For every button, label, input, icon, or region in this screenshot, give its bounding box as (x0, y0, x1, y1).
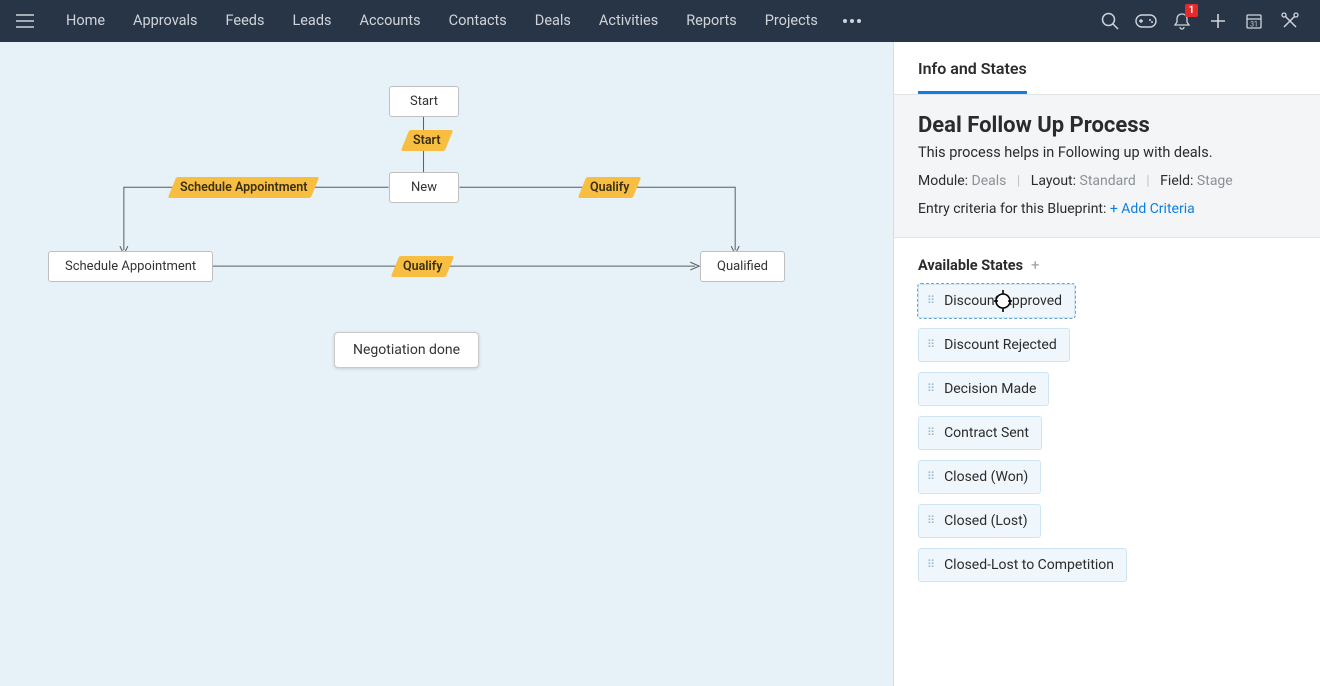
nav-item-reports[interactable]: Reports (672, 0, 751, 42)
state-chip-list: ⠿ Discount Approved ⠿ Discount Rejected … (918, 284, 1296, 592)
nav-right-icons: 1 31 (1092, 0, 1308, 42)
gamepad-icon[interactable] (1128, 0, 1164, 42)
nav-item-activities[interactable]: Activities (585, 0, 672, 42)
field-label: Field: (1160, 173, 1193, 189)
add-criteria-link[interactable]: + Add Criteria (1110, 201, 1195, 217)
state-chip-closed-lost[interactable]: ⠿ Closed (Lost) (918, 504, 1041, 538)
drag-handle-icon: ⠿ (927, 473, 936, 481)
side-panel: Info and States Deal Follow Up Process T… (894, 42, 1320, 686)
nav-item-deals[interactable]: Deals (521, 0, 585, 42)
layout-value: Standard (1080, 173, 1136, 189)
top-navbar: Home Approvals Feeds Leads Accounts Cont… (0, 0, 1320, 42)
state-chip-closed-won[interactable]: ⠿ Closed (Won) (918, 460, 1041, 494)
nav-links: Home Approvals Feeds Leads Accounts Cont… (52, 0, 832, 42)
transition-schedule-label: Schedule Appointment (180, 180, 307, 195)
nav-item-projects[interactable]: Projects (751, 0, 832, 42)
state-chip-label: Decision Made (944, 381, 1036, 397)
state-chip-contract-sent[interactable]: ⠿ Contract Sent (918, 416, 1042, 450)
node-new[interactable]: New (389, 172, 459, 203)
nav-item-feeds[interactable]: Feeds (212, 0, 279, 42)
transition-qualify-top[interactable]: Qualify (578, 177, 642, 198)
plus-icon[interactable] (1200, 0, 1236, 42)
nav-item-contacts[interactable]: Contacts (435, 0, 521, 42)
nav-item-accounts[interactable]: Accounts (345, 0, 434, 42)
transition-qualify-mid-label: Qualify (403, 259, 442, 274)
transition-start-label: Start (413, 133, 441, 148)
add-state-icon[interactable]: + (1031, 256, 1040, 274)
drag-handle-icon: ⠿ (927, 429, 936, 437)
tools-icon[interactable] (1272, 0, 1308, 42)
state-chip-label: Closed (Won) (944, 469, 1028, 485)
state-chip-discount-approved[interactable]: ⠿ Discount Approved (918, 284, 1075, 318)
process-metadata: Module: Deals | Layout: Standard | Field… (918, 173, 1296, 189)
panel-tabs: Info and States (894, 42, 1320, 95)
notification-badge: 1 (1185, 4, 1198, 17)
field-value: Stage (1197, 173, 1233, 189)
state-chip-label: Discount Rejected (944, 337, 1057, 353)
drag-handle-icon: ⠿ (927, 517, 936, 525)
layout-label: Layout: (1031, 173, 1076, 189)
state-chip-label: Closed (Lost) (944, 513, 1028, 529)
nav-item-approvals[interactable]: Approvals (119, 0, 212, 42)
transition-start[interactable]: Start (401, 130, 453, 151)
state-chip-label: Contract Sent (944, 425, 1029, 441)
state-chip-discount-rejected[interactable]: ⠿ Discount Rejected (918, 328, 1070, 362)
available-states-heading: Available States (918, 257, 1023, 274)
transition-qualify-mid[interactable]: Qualify (391, 256, 455, 277)
node-qualified[interactable]: Qualified (700, 251, 785, 282)
dragged-state-chip[interactable]: Negotiation done (334, 332, 479, 368)
drag-handle-icon: ⠿ (927, 297, 936, 305)
state-chip-closed-lost-competition[interactable]: ⠿ Closed-Lost to Competition (918, 548, 1127, 582)
drag-handle-icon: ⠿ (927, 561, 936, 569)
svg-text:31: 31 (1250, 21, 1258, 29)
node-schedule-appointment[interactable]: Schedule Appointment (48, 251, 213, 282)
state-chip-decision-made[interactable]: ⠿ Decision Made (918, 372, 1049, 406)
entry-criteria-row: Entry criteria for this Blueprint: + Add… (918, 201, 1296, 217)
module-value: Deals (972, 173, 1007, 189)
nav-item-leads[interactable]: Leads (278, 0, 345, 42)
bell-icon[interactable]: 1 (1164, 0, 1200, 42)
process-description: This process helps in Following up with … (918, 144, 1296, 161)
search-icon[interactable] (1092, 0, 1128, 42)
hamburger-menu[interactable] (12, 8, 38, 34)
nav-more-icon[interactable] (832, 19, 872, 23)
state-chip-label: Closed-Lost to Competition (944, 557, 1114, 573)
module-label: Module: (918, 173, 968, 189)
node-start[interactable]: Start (389, 86, 459, 117)
transition-schedule-appointment[interactable]: Schedule Appointment (168, 177, 320, 198)
drag-handle-icon: ⠿ (927, 341, 936, 349)
tab-info-states[interactable]: Info and States (918, 42, 1027, 94)
process-info-box: Deal Follow Up Process This process help… (894, 95, 1320, 238)
calendar-icon[interactable]: 31 (1236, 0, 1272, 42)
nav-item-home[interactable]: Home (52, 0, 119, 42)
blueprint-canvas[interactable]: Start Start New Schedule Appointment Qua… (0, 42, 894, 686)
available-states-section: Available States + ⠿ Discount Approved ⠿… (894, 238, 1320, 610)
transition-qualify-top-label: Qualify (590, 180, 629, 195)
drag-handle-icon: ⠿ (927, 385, 936, 393)
state-chip-label: Discount Approved (944, 293, 1062, 309)
process-title: Deal Follow Up Process (918, 113, 1296, 138)
criteria-label: Entry criteria for this Blueprint: (918, 201, 1110, 217)
